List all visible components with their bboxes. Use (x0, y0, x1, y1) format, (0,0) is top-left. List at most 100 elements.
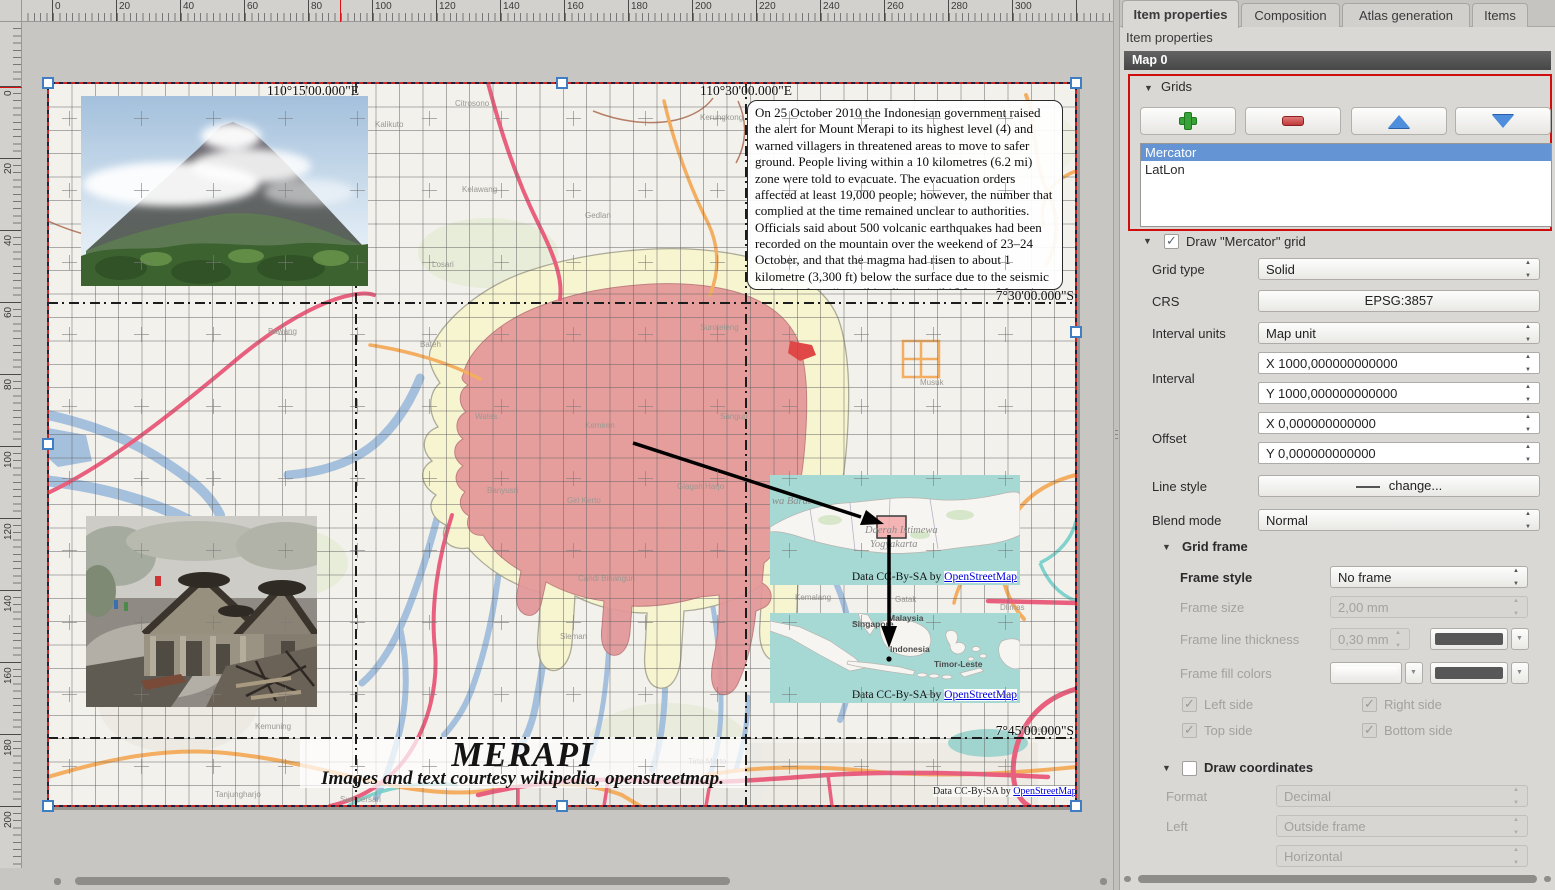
crs-button[interactable]: EPSG:3857 (1258, 290, 1540, 312)
spinner-arrows-icon[interactable] (1511, 568, 1525, 587)
scroll-right-arrow[interactable] (1100, 878, 1107, 885)
map-title-label[interactable]: MERAPI Images and text courtesy wikipedi… (300, 737, 745, 788)
qgis-composer-window: 0 20 40 60 80 100 120 140 160 180 200 22… (0, 0, 1555, 890)
graticule-line (48, 737, 1076, 739)
java-inset-map[interactable]: wa Barat Daerah Istimewa Yogyakarta Data… (770, 475, 1020, 585)
spinner-arrows-icon (1511, 787, 1525, 806)
tab-item-properties[interactable]: Item properties (1122, 0, 1239, 28)
spinner-arrows-icon[interactable] (1523, 260, 1537, 279)
tab-atlas-generation[interactable]: Atlas generation (1342, 3, 1470, 27)
ruler-tick-label: 160 (3, 667, 14, 684)
left-position-label: Left (1166, 819, 1188, 834)
spinner-arrows-icon[interactable] (1523, 414, 1537, 433)
interval-y-spinbox[interactable]: Y 1000,000000000000 (1258, 382, 1540, 404)
color-swatch (1335, 667, 1397, 679)
frame-fill-color1-button (1330, 662, 1402, 684)
ruler-tick-label: 220 (759, 1, 776, 12)
composer-canvas[interactable]: Kalikuto Citrosono Kerungkong Kelawang G… (22, 22, 1113, 890)
destroyed-house-photo[interactable] (86, 516, 317, 707)
selection-handle[interactable] (1070, 326, 1082, 338)
ruler-tick-label: 200 (695, 1, 712, 12)
selection-handle[interactable] (556, 800, 568, 812)
tab-composition[interactable]: Composition (1241, 3, 1340, 27)
blend-mode-select[interactable]: Normal (1258, 509, 1540, 531)
openstreetmap-link[interactable]: OpenStreetMap (944, 689, 1017, 701)
scrollbar-thumb[interactable] (75, 877, 730, 885)
volcano-photo[interactable] (81, 96, 368, 286)
graticule-label: 7°30'00.000"S (996, 288, 1074, 304)
grid-list-item-mercator[interactable]: Mercator (1141, 144, 1551, 161)
ruler-tick-label: 20 (119, 1, 130, 12)
interval-units-select[interactable]: Map unit (1258, 322, 1540, 344)
spinner-arrows-icon[interactable] (1523, 324, 1537, 343)
spinner-arrows-icon[interactable] (1523, 384, 1537, 403)
canvas-horizontal-scrollbar[interactable] (22, 874, 1113, 888)
ruler-tick-label: 240 (823, 1, 840, 12)
collapse-triangle-icon[interactable]: ▼ (1143, 236, 1152, 246)
right-side-label: Right side (1384, 697, 1442, 712)
draw-coordinates-label: Draw coordinates (1204, 760, 1313, 775)
scrollbar-thumb[interactable] (1138, 875, 1537, 883)
panel-splitter[interactable] (1113, 0, 1120, 890)
move-grid-down-button[interactable] (1455, 107, 1551, 135)
tab-items[interactable]: Items (1472, 3, 1528, 27)
frame-fill-colors-label: Frame fill colors (1180, 666, 1272, 681)
selection-handle[interactable] (42, 800, 54, 812)
selection-handle[interactable] (42, 438, 54, 450)
indonesia-inset-map[interactable]: Singapore Malaysia Indonesia Timor-Leste… (770, 613, 1020, 703)
draw-coordinates-checkbox[interactable] (1182, 761, 1197, 776)
panel-horizontal-scrollbar[interactable] (1124, 874, 1551, 884)
scroll-left-arrow[interactable] (54, 878, 61, 885)
region-label: Yogyakarta (870, 539, 917, 550)
article-text-label[interactable]: On 25 October 2010 the Indonesian govern… (747, 100, 1063, 290)
frame-line-color-dropdown (1511, 628, 1529, 650)
draw-grid-checkbox[interactable] (1164, 234, 1179, 249)
left-side-label: Left side (1204, 697, 1253, 712)
up-arrow-icon (1388, 115, 1410, 128)
ruler-tick-label: 0 (3, 90, 14, 96)
collapse-triangle-icon[interactable]: ▼ (1144, 83, 1153, 93)
offset-x-spinbox[interactable]: X 0,000000000000 (1258, 412, 1540, 434)
selection-handle[interactable] (556, 77, 568, 89)
grid-type-select[interactable]: Solid (1258, 258, 1540, 280)
color-swatch (1435, 667, 1503, 679)
ruler-tick-label: 140 (503, 1, 520, 12)
grid-list[interactable]: Mercator LatLon (1140, 143, 1552, 227)
ruler-tick-label: 40 (183, 1, 194, 12)
top-side-label: Top side (1204, 723, 1252, 738)
frame-style-select[interactable]: No frame (1330, 566, 1528, 588)
spinner-arrows-icon[interactable] (1523, 511, 1537, 530)
line-style-change-button[interactable]: change... (1258, 475, 1540, 497)
format-label: Format (1166, 789, 1207, 804)
ruler-tick-label: 280 (951, 1, 968, 12)
ruler-tick-label: 60 (3, 307, 14, 318)
openstreetmap-link[interactable]: OpenStreetMap (1013, 786, 1076, 797)
move-grid-up-button[interactable] (1351, 107, 1447, 135)
ruler-tick-label: 120 (439, 1, 456, 12)
collapse-triangle-icon[interactable]: ▼ (1162, 763, 1171, 773)
selection-handle[interactable] (42, 77, 54, 89)
frame-style-label: Frame style (1180, 570, 1252, 585)
ruler-tick-label: 260 (887, 1, 904, 12)
openstreetmap-link[interactable]: OpenStreetMap (944, 571, 1017, 583)
add-grid-button[interactable] (1140, 107, 1236, 135)
ruler-tick-label: 180 (631, 1, 648, 12)
ruler-tick-label: 20 (3, 163, 14, 174)
country-label: Malaysia (888, 613, 923, 623)
selection-handle[interactable] (1070, 800, 1082, 812)
collapse-triangle-icon[interactable]: ▼ (1162, 542, 1171, 552)
selection-handle[interactable] (1070, 77, 1082, 89)
scroll-left-arrow[interactable] (1124, 876, 1131, 882)
frame-size-label: Frame size (1180, 600, 1244, 615)
ruler-tick-label: 160 (567, 1, 584, 12)
remove-grid-button[interactable] (1245, 107, 1341, 135)
spinner-arrows-icon[interactable] (1523, 354, 1537, 373)
grid-list-item-latlon[interactable]: LatLon (1141, 161, 1551, 178)
spinner-arrows-icon[interactable] (1523, 444, 1537, 463)
ruler-cursor-marker (340, 0, 341, 22)
offset-y-spinbox[interactable]: Y 0,000000000000 (1258, 442, 1540, 464)
map-item[interactable]: Kalikuto Citrosono Kerungkong Kelawang G… (48, 83, 1076, 806)
interval-x-spinbox[interactable]: X 1000,000000000000 (1258, 352, 1540, 374)
scroll-right-arrow[interactable] (1544, 876, 1551, 882)
line-sample-icon (1356, 486, 1380, 488)
